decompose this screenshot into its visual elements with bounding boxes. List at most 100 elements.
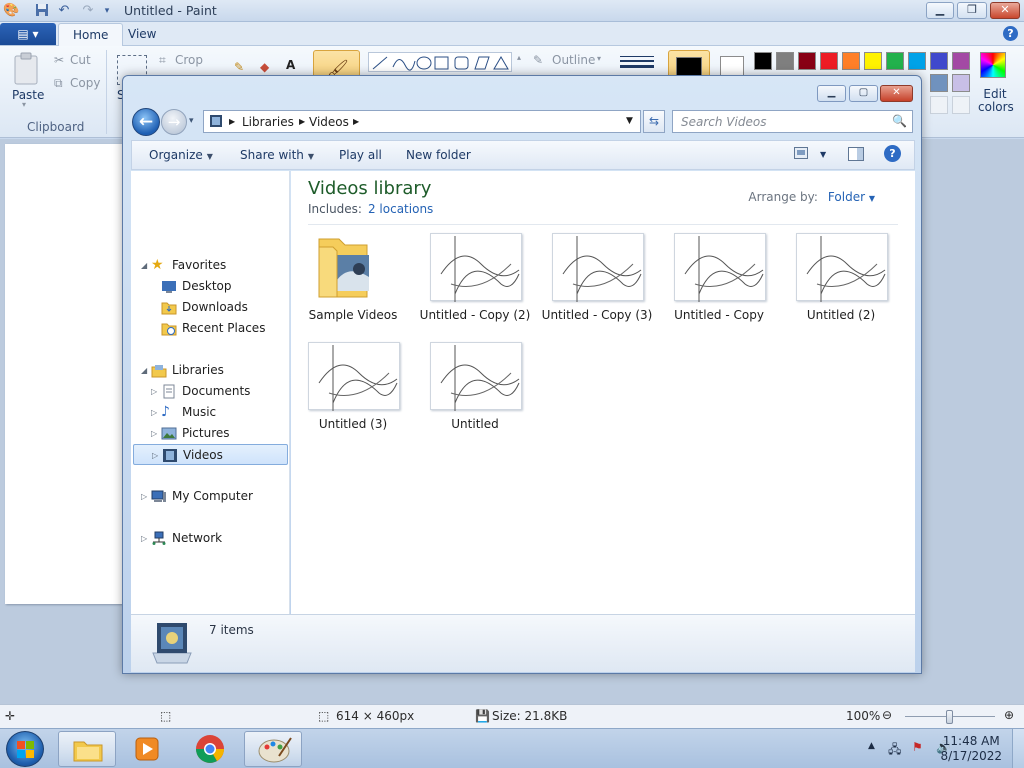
color2-swatch[interactable] <box>720 56 744 76</box>
nav-downloads[interactable]: Downloads <box>131 297 289 318</box>
edit-colors-button[interactable]: Edit colors <box>978 88 1014 114</box>
fill-icon[interactable]: ◆ <box>260 60 269 74</box>
collapse-arrow-icon[interactable]: ▷ <box>151 423 157 444</box>
paint-file-menu-button[interactable]: ▤ ▾ <box>0 23 56 45</box>
undo-icon[interactable]: ↶ <box>56 3 72 19</box>
refresh-button[interactable]: ⇆ <box>643 110 665 133</box>
paint-canvas[interactable] <box>5 144 125 604</box>
breadcrumb-chevron-icon[interactable]: ▶ <box>299 117 305 126</box>
breadcrumb-chevron-icon[interactable]: ▶ <box>353 117 359 126</box>
palette-swatch-turquoise[interactable] <box>908 52 926 70</box>
breadcrumb-videos[interactable]: Videos <box>309 115 349 129</box>
outline-button[interactable]: Outline <box>552 53 595 67</box>
nav-music[interactable]: ▷ ♪ Music <box>131 402 289 423</box>
palette-swatch-blue-gray[interactable] <box>930 74 948 92</box>
organize-button[interactable]: Organize ▼ <box>149 148 213 162</box>
save-icon[interactable] <box>34 3 50 19</box>
collapse-arrow-icon[interactable]: ▷ <box>152 445 158 466</box>
palette-swatch-gray[interactable] <box>776 52 794 70</box>
palette-swatch-empty[interactable] <box>930 96 948 114</box>
zoom-slider-thumb[interactable] <box>946 710 953 724</box>
paste-dropdown-icon[interactable]: ▾ <box>22 100 26 109</box>
palette-swatch-dark-red[interactable] <box>798 52 816 70</box>
nav-network[interactable]: ▷ Network <box>131 528 289 549</box>
address-bar[interactable]: ▶ Libraries ▶ Videos ▶ ▼ <box>203 110 641 133</box>
show-desktop-button[interactable] <box>1012 729 1024 768</box>
taskbar-explorer-button[interactable] <box>58 731 116 767</box>
copy-button[interactable]: Copy <box>70 76 100 90</box>
view-options-dropdown-icon[interactable]: ▼ <box>820 150 826 159</box>
shapes-gallery[interactable] <box>368 52 512 72</box>
forward-button[interactable]: → <box>161 109 187 135</box>
recent-pages-dropdown-icon[interactable]: ▾ <box>189 116 194 126</box>
paste-button[interactable]: Paste <box>12 88 44 102</box>
nav-my-computer[interactable]: ▷ My Computer <box>131 486 289 507</box>
network-tray-icon[interactable]: 🖧 <box>888 740 901 761</box>
locations-link[interactable]: 2 locations <box>368 202 433 216</box>
palette-swatch-yellow[interactable] <box>864 52 882 70</box>
address-history-dropdown-icon[interactable]: ▼ <box>626 116 633 126</box>
explorer-maximize-button[interactable]: ▢ <box>849 85 878 102</box>
collapse-arrow-icon[interactable]: ▷ <box>141 486 147 507</box>
outline-dropdown-icon[interactable]: ▾ <box>597 54 601 63</box>
clock[interactable]: 11:48 AM 8/17/2022 <box>940 734 1002 764</box>
file-item-untitled-2[interactable]: Untitled (2) <box>781 233 901 343</box>
palette-swatch-indigo[interactable] <box>930 52 948 70</box>
tab-view[interactable]: View <box>114 23 170 46</box>
search-input[interactable]: Search Videos 🔍 <box>672 110 913 133</box>
expand-arrow-icon[interactable]: ◢ <box>141 360 147 381</box>
nav-desktop[interactable]: Desktop <box>131 276 289 297</box>
nav-favorites[interactable]: ◢ ★ Favorites <box>131 255 289 276</box>
taskbar-media-player-button[interactable] <box>118 731 176 767</box>
zoom-in-icon[interactable]: ⊕ <box>1004 708 1014 722</box>
action-center-icon[interactable]: ⚑ <box>912 740 923 754</box>
taskbar-paint-button[interactable] <box>244 731 302 767</box>
size-icon[interactable] <box>620 54 654 70</box>
redo-icon[interactable]: ↷ <box>80 3 96 19</box>
palette-swatch-orange[interactable] <box>842 52 860 70</box>
paste-icon[interactable] <box>12 52 42 88</box>
file-item-untitled-copy[interactable]: Untitled - Copy <box>659 233 779 343</box>
file-item-untitled-copy-2[interactable]: Untitled - Copy (2) <box>415 233 535 343</box>
explorer-close-button[interactable]: ✕ <box>880 85 913 102</box>
customize-quick-access-icon[interactable]: ▾ <box>99 3 115 19</box>
nav-pictures[interactable]: ▷ Pictures <box>131 423 289 444</box>
palette-swatch-red[interactable] <box>820 52 838 70</box>
paint-app-icon[interactable]: 🎨 <box>3 3 19 19</box>
text-icon[interactable]: A <box>286 58 295 72</box>
file-item-untitled[interactable]: Untitled <box>415 342 535 442</box>
file-item-untitled-3[interactable]: Untitled (3) <box>293 342 413 442</box>
palette-swatch-empty[interactable] <box>952 96 970 114</box>
pencil-icon[interactable]: ✎ <box>234 60 244 74</box>
nav-recent-places[interactable]: Recent Places <box>131 318 289 339</box>
file-item-untitled-copy-3[interactable]: Untitled - Copy (3) <box>537 233 657 343</box>
explorer-minimize-button[interactable]: ▁ <box>817 85 846 102</box>
expand-arrow-icon[interactable]: ◢ <box>141 255 147 276</box>
shapes-scroll-icon[interactable]: ▴ <box>517 53 521 62</box>
help-icon[interactable]: ? <box>884 145 901 162</box>
cut-button[interactable]: Cut <box>70 53 91 67</box>
palette-swatch-purple[interactable] <box>952 52 970 70</box>
nav-videos[interactable]: ▷ Videos <box>133 444 288 465</box>
show-hidden-icons-icon[interactable]: ▲ <box>868 741 875 751</box>
back-button[interactable]: ← <box>132 108 160 136</box>
change-view-icon[interactable] <box>794 147 808 162</box>
palette-swatch-black[interactable] <box>754 52 772 70</box>
paint-close-button[interactable]: ✕ <box>990 2 1020 19</box>
nav-documents[interactable]: ▷ Documents <box>131 381 289 402</box>
paint-help-icon[interactable]: ? <box>1003 26 1018 41</box>
paint-restore-button[interactable]: ❐ <box>957 2 987 19</box>
nav-libraries[interactable]: ◢ Libraries <box>131 360 289 381</box>
zoom-out-icon[interactable]: ⊖ <box>882 708 892 722</box>
collapse-arrow-icon[interactable]: ▷ <box>151 381 157 402</box>
palette-swatch-green[interactable] <box>886 52 904 70</box>
collapse-arrow-icon[interactable]: ▷ <box>141 528 147 549</box>
start-button[interactable] <box>6 731 44 767</box>
preview-pane-icon[interactable] <box>848 147 864 164</box>
share-with-button[interactable]: Share with ▼ <box>240 148 314 162</box>
breadcrumb-chevron-icon[interactable]: ▶ <box>229 117 235 126</box>
new-folder-button[interactable]: New folder <box>406 148 471 162</box>
crop-button[interactable]: Crop <box>175 53 203 67</box>
play-all-button[interactable]: Play all <box>339 148 382 162</box>
collapse-arrow-icon[interactable]: ▷ <box>151 402 157 423</box>
